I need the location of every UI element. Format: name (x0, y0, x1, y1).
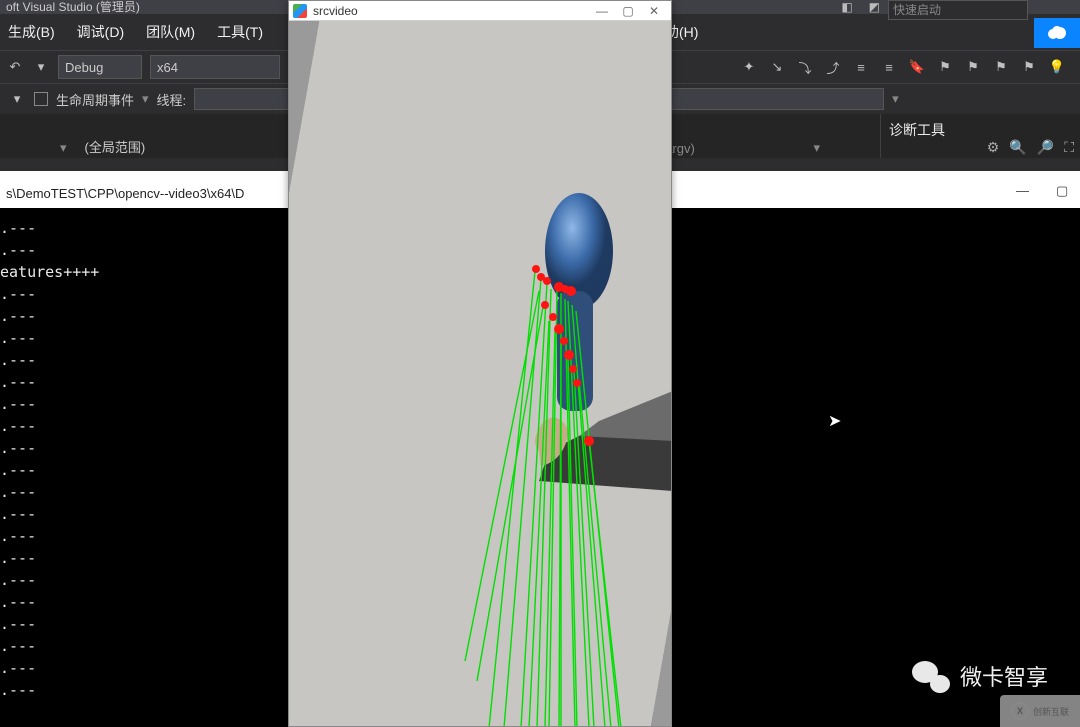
console-line: .--- (0, 503, 99, 525)
lifecycle-label: 生命周期事件 (56, 90, 134, 109)
vs-title-text: oft Visual Studio (管理员) (6, 0, 140, 14)
flow-lines (465, 271, 621, 726)
config-dropdown[interactable]: Debug (58, 55, 142, 79)
user-icon[interactable]: ◩ (869, 0, 880, 14)
mouse-cursor-icon: ➤ (828, 411, 840, 429)
indent-left-icon[interactable]: ≡ (852, 58, 870, 76)
opencv-window[interactable]: srcvideo — ▢ ✕ (288, 0, 672, 727)
console-line: .--- (0, 613, 99, 635)
console-line: .--- (0, 525, 99, 547)
flag4-icon[interactable]: ⚑ (1020, 58, 1038, 76)
zoom-out-icon[interactable]: 🔎 (1037, 139, 1054, 156)
diagnostics-icons: ⚙ 🔍 🔎 ⛶ (987, 139, 1074, 156)
minimize-icon[interactable]: — (589, 4, 615, 18)
console-line: .--- (0, 371, 99, 393)
cv-window-title: srcvideo (313, 4, 589, 18)
corner-logo-text: 创新互联 (1033, 705, 1069, 718)
wechat-icon (912, 659, 950, 693)
toolbar-right: ✦ ↘ ⤵ ⤴ ≡ ≡ 🔖 ⚑ ⚑ ⚑ ⚑ 💡 (740, 58, 1066, 76)
wechat-watermark: 微卡智享 (912, 659, 1048, 693)
indent-right-icon[interactable]: ≡ (880, 58, 898, 76)
console-line: .--- (0, 415, 99, 437)
process-icon[interactable]: ▾ (8, 90, 26, 108)
console-titlebar: — ▢ (668, 171, 1080, 208)
wechat-name: 微卡智享 (960, 660, 1048, 692)
console-line: .--- (0, 481, 99, 503)
optical-flow-overlay (289, 21, 671, 726)
flag2-icon[interactable]: ⚑ (964, 58, 982, 76)
console-output: .--- .--- eatures++++ .--- .--- .--- .--… (0, 217, 99, 701)
console-line: .--- (0, 547, 99, 569)
console-line: .--- (0, 349, 99, 371)
console-line: .--- (0, 217, 99, 239)
maximize-icon[interactable]: ▢ (1056, 183, 1070, 197)
flag1-icon[interactable]: ⚑ (936, 58, 954, 76)
console-line: .--- (0, 239, 99, 261)
console-line: .--- (0, 459, 99, 481)
console-path: s\DemoTEST\CPP\opencv--video3\x64\D (0, 183, 250, 205)
console-line: .--- (0, 569, 99, 591)
undo-icon[interactable]: ↶ (6, 58, 24, 76)
menu-team[interactable]: 团队(M) (146, 22, 195, 42)
step-out-icon[interactable]: ⤴ (824, 58, 842, 76)
step-over-icon[interactable]: ⤵ (796, 58, 814, 76)
wand-icon[interactable]: ✦ (740, 58, 758, 76)
lightbulb-icon[interactable]: 💡 (1048, 58, 1066, 76)
config-label: Debug (65, 60, 103, 75)
thread-label: 线程: (157, 90, 187, 109)
maximize-icon[interactable]: ▢ (615, 4, 641, 18)
cloud-sync-button[interactable] (1034, 18, 1080, 48)
chevron-down-icon[interactable]: ▾ (813, 140, 820, 156)
cv-titlebar[interactable]: srcvideo — ▢ ✕ (289, 1, 671, 21)
console-line: .--- (0, 393, 99, 415)
close-icon[interactable]: ✕ (641, 4, 667, 18)
menu-debug[interactable]: 调试(D) (77, 22, 124, 42)
diagnostics-panel: 诊断工具 ⚙ 🔍 🔎 ⛶ (880, 114, 1080, 158)
chevron-down-icon[interactable]: ▾ (60, 140, 67, 156)
console-line: eatures++++ (0, 261, 99, 283)
step-into-icon[interactable]: ↘ (768, 58, 786, 76)
titlebar-icons: ◧ ◩ (841, 0, 880, 14)
flag3-icon[interactable]: ⚑ (992, 58, 1010, 76)
console-line: .--- (0, 305, 99, 327)
console-line: .--- (0, 591, 99, 613)
corner-logo-icon: X (1011, 702, 1029, 720)
scope-text: (全局范围) (85, 137, 146, 156)
quick-launch-box[interactable]: 快速启动 (888, 0, 1028, 20)
notification-icon[interactable]: ◧ (841, 0, 852, 14)
console-line: .--- (0, 657, 99, 679)
platform-label: x64 (157, 60, 178, 75)
opencv-app-icon (293, 4, 307, 18)
console-line: .--- (0, 679, 99, 701)
corner-watermark: X 创新互联 (1000, 695, 1080, 727)
diagnostics-title: 诊断工具 (889, 122, 945, 138)
console-line: .--- (0, 437, 99, 459)
menu-build[interactable]: 生成(B) (8, 22, 55, 42)
gear-icon[interactable]: ⚙ (987, 139, 1000, 156)
console-line: .--- (0, 283, 99, 305)
platform-dropdown[interactable]: x64 (150, 55, 280, 79)
bookmark-icon[interactable]: 🔖 (908, 58, 926, 76)
lifecycle-check[interactable] (34, 92, 48, 106)
menu-tools[interactable]: 工具(T) (217, 22, 263, 42)
cv-video-frame (289, 21, 671, 726)
console-line: .--- (0, 635, 99, 657)
minimize-icon[interactable]: — (1016, 183, 1030, 197)
zoom-in-icon[interactable]: 🔍 (1009, 139, 1026, 156)
expand-icon[interactable]: ⛶ (1064, 139, 1074, 156)
console-line: .--- (0, 327, 99, 349)
redo-icon[interactable]: ▾ (32, 58, 50, 76)
